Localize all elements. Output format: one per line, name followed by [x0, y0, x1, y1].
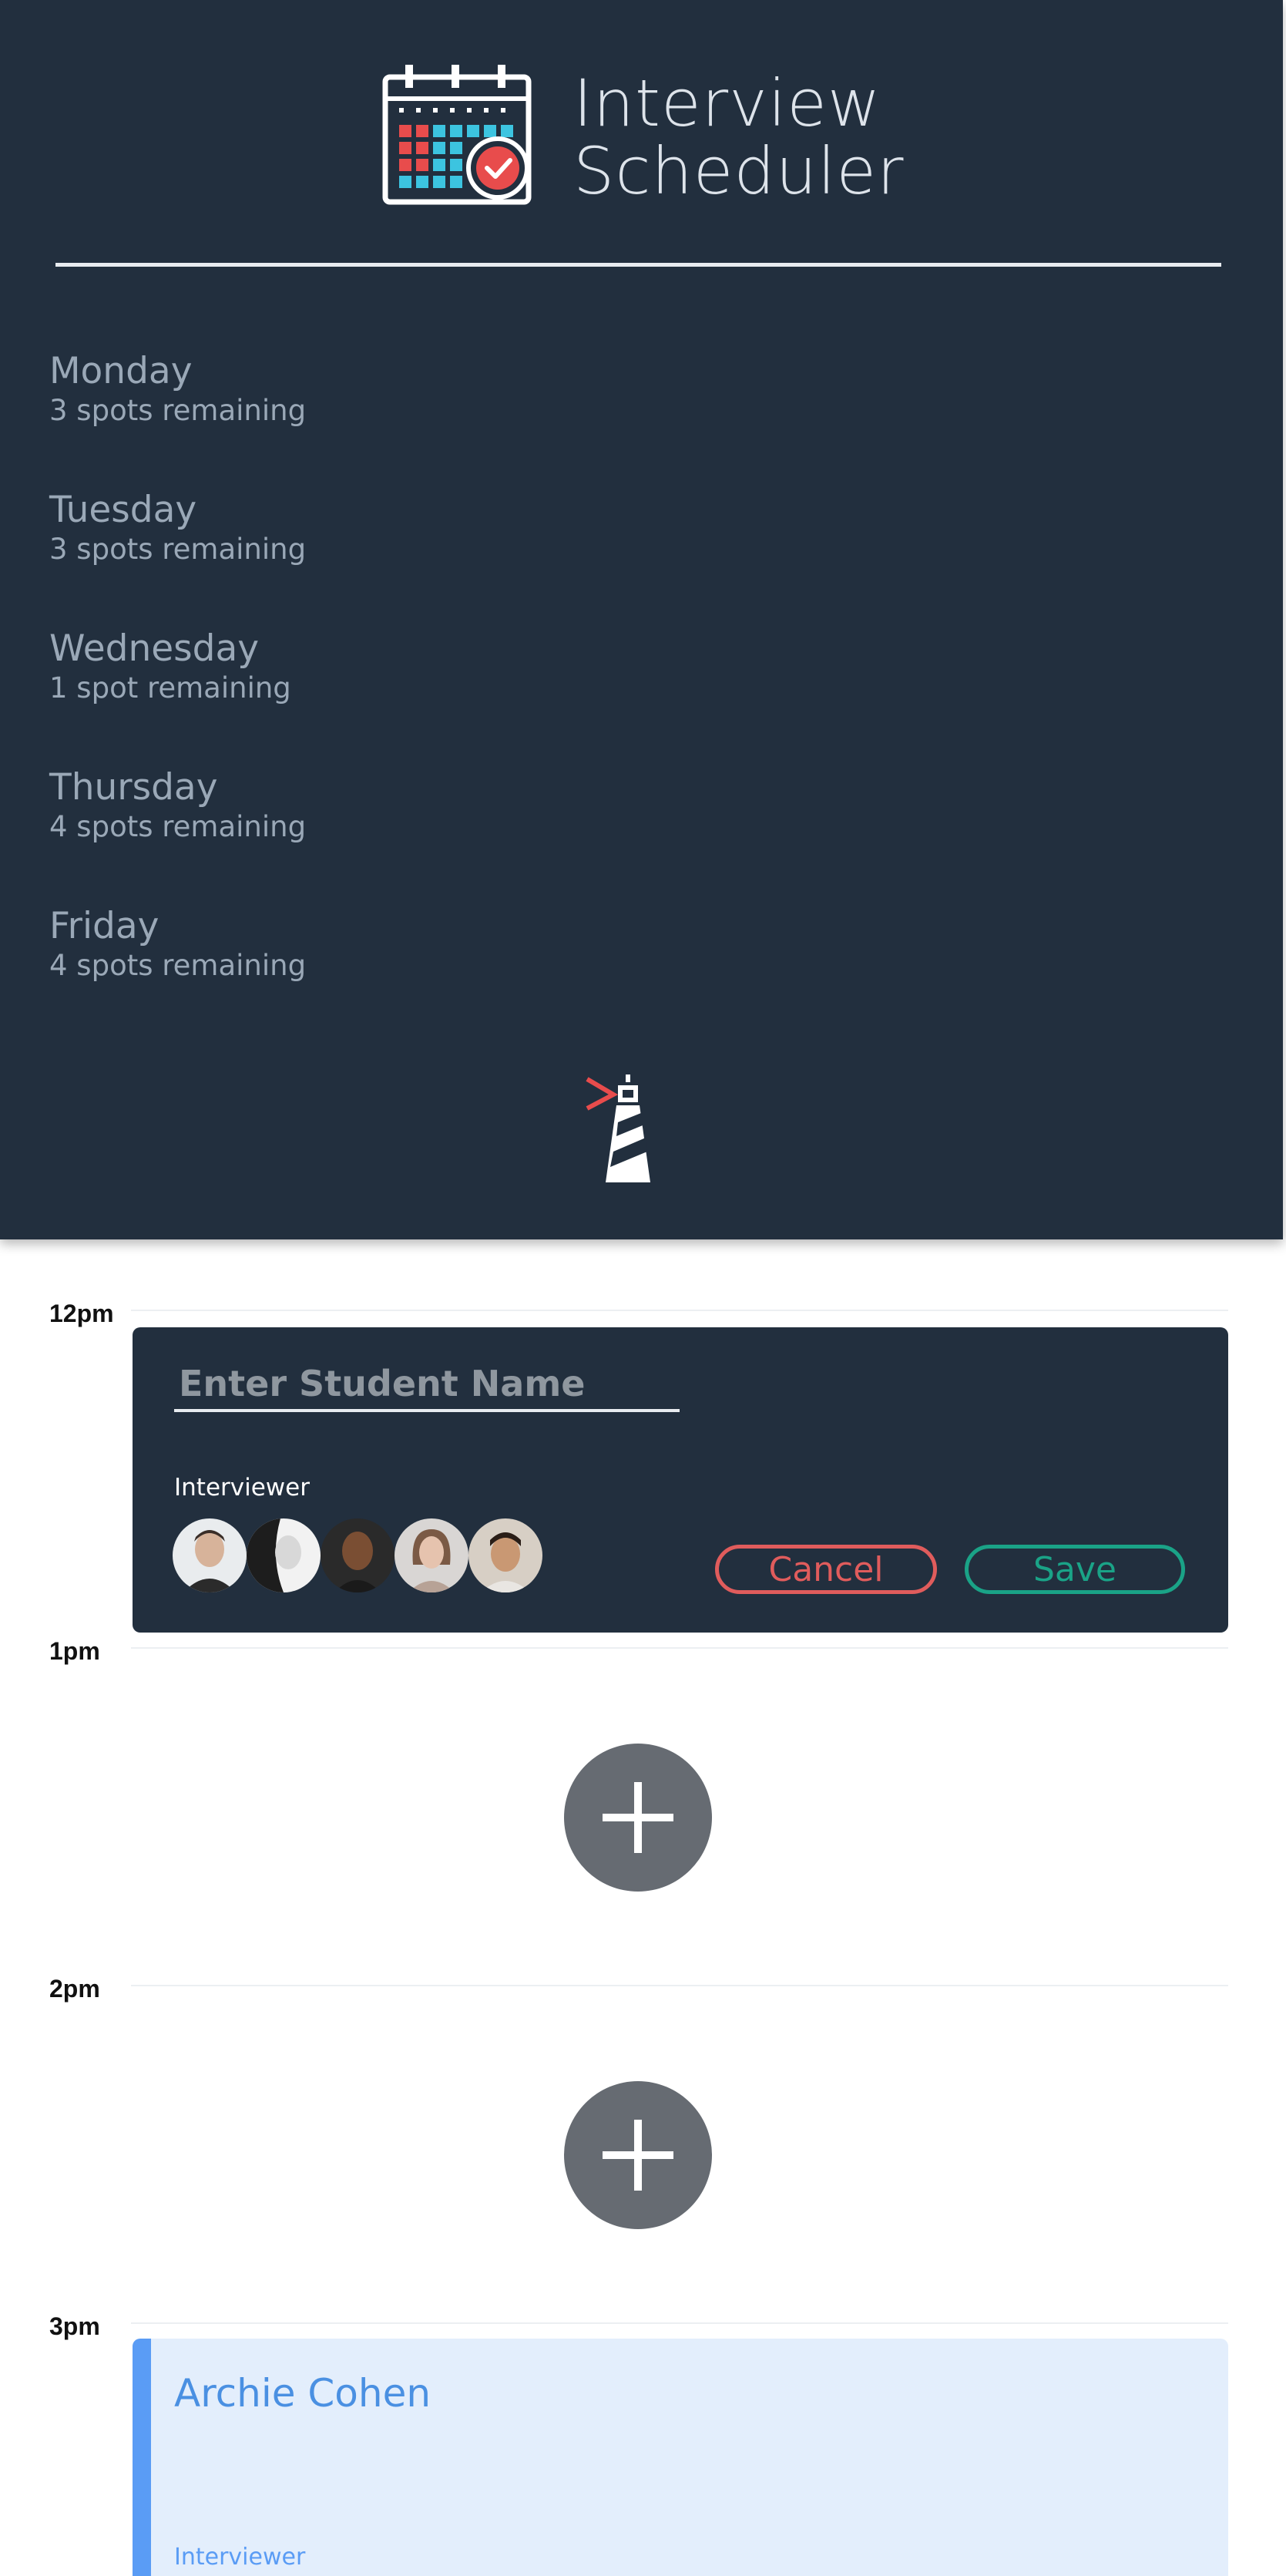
interviewer-label: Interviewer [174, 1474, 310, 1502]
sidebar-separator [55, 263, 1221, 267]
appointment-accent-bar [133, 2339, 151, 2576]
day-name: Wednesday [49, 627, 260, 670]
time-1pm: 1pm [49, 1637, 100, 1665]
day-spots: 3 spots remaining [49, 394, 307, 428]
day-item-wednesday[interactable]: Wednesday 1 spot remaining [49, 627, 512, 767]
interviewer-avatar[interactable] [395, 1518, 468, 1592]
appointment-card[interactable]: Archie Cohen Interviewer [133, 2339, 1228, 2576]
app-title-line1: Interview [573, 66, 881, 141]
student-name-input[interactable] [174, 1358, 680, 1412]
day-name: Thursday [49, 766, 218, 809]
day-item-thursday[interactable]: Thursday 4 spots remaining [49, 766, 512, 906]
day-item-friday[interactable]: Friday 4 spots remaining [49, 905, 512, 1044]
day-spots: 3 spots remaining [49, 533, 307, 567]
interviewer-avatar[interactable] [247, 1518, 321, 1592]
day-list: Monday 3 spots remaining Tuesday 3 spots… [49, 350, 512, 1044]
time-divider [131, 1647, 1228, 1649]
interviewer-avatar[interactable] [468, 1518, 542, 1592]
calendar-check-icon [382, 65, 532, 205]
add-appointment-button[interactable] [564, 1744, 712, 1892]
save-button[interactable]: Save [965, 1545, 1185, 1594]
time-divider [131, 1985, 1228, 1986]
appointment-form: Interviewer Cancel Save [133, 1327, 1228, 1633]
appointment-interviewer-label: Interviewer [174, 2544, 306, 2571]
day-spots: 4 spots remaining [49, 949, 307, 983]
day-spots: 4 spots remaining [49, 810, 307, 844]
cancel-button[interactable]: Cancel [715, 1545, 937, 1594]
day-name: Friday [49, 905, 159, 947]
time-divider [131, 1310, 1228, 1311]
app-logo: Interview Scheduler [382, 63, 922, 210]
plus-icon [603, 1782, 673, 1853]
lighthouse-icon [584, 1068, 658, 1191]
time-divider [131, 2322, 1228, 2324]
add-appointment-button[interactable] [564, 2081, 712, 2229]
day-item-monday[interactable]: Monday 3 spots remaining [49, 350, 512, 489]
day-item-tuesday[interactable]: Tuesday 3 spots remaining [49, 489, 512, 628]
time-2pm: 2pm [49, 1975, 100, 2003]
day-name: Tuesday [49, 489, 197, 531]
time-3pm: 3pm [49, 2312, 100, 2340]
day-spots: 1 spot remaining [49, 671, 291, 705]
interviewer-avatar[interactable] [173, 1518, 247, 1592]
app-title-line2: Scheduler [573, 133, 905, 209]
interviewer-avatar[interactable] [321, 1518, 395, 1592]
plus-icon [603, 2120, 673, 2191]
sidebar: Interview Scheduler Monday 3 spots remai… [0, 0, 1283, 1239]
time-12pm: 12pm [49, 1300, 114, 1327]
day-name: Monday [49, 350, 193, 392]
appointment-student-name: Archie Cohen [174, 2371, 431, 2416]
